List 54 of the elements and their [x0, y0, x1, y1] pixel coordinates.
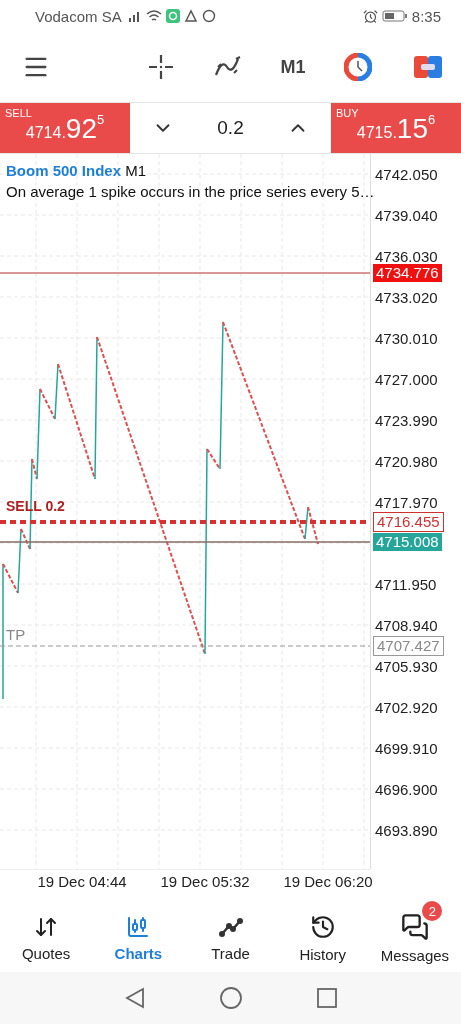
- arrows-up-down-icon: [34, 915, 59, 939]
- price-tick: 4696.900: [375, 780, 438, 798]
- trend-line-icon: [217, 915, 244, 939]
- price-tag: 4734.776: [373, 264, 442, 282]
- alarm-icon: [362, 8, 378, 24]
- price-tick: 4717.970: [375, 493, 438, 511]
- time-label: 19 Dec 04:44: [37, 873, 127, 890]
- take-profit-label: TP: [6, 626, 26, 643]
- one-click-trading-icon[interactable]: [414, 56, 442, 78]
- unread-badge: 2: [422, 901, 443, 921]
- nav-tab[interactable]: History: [276, 902, 369, 965]
- price-tick: 4705.930: [375, 657, 438, 675]
- sell-button[interactable]: SELL 4714.92$^{5}$: [0, 103, 130, 153]
- symbol-description: On average 1 spike occurs in the price series every 5…: [6, 183, 375, 200]
- messages-icon: [400, 913, 429, 941]
- timeframe-button[interactable]: M1: [280, 56, 306, 78]
- price-tick: 4702.920: [375, 698, 438, 716]
- clock-circle-icon[interactable]: [344, 53, 372, 81]
- history-icon: [309, 914, 336, 940]
- time-label: 19 Dec 06:20: [283, 873, 373, 890]
- crosshair-icon[interactable]: [148, 54, 174, 80]
- price-tick: 4736.030: [375, 247, 438, 265]
- battery-icon: [381, 10, 408, 22]
- chart-timeframe: M1: [125, 162, 147, 179]
- time-label: 19 Dec 05:32: [160, 873, 250, 890]
- price-tick: 4711.950: [375, 575, 437, 593]
- volume-value[interactable]: 0.2: [217, 117, 244, 139]
- nav-tab[interactable]: Messages 2: [368, 901, 461, 966]
- price-tag: 4715.008: [373, 533, 442, 551]
- app-icon: [165, 9, 180, 23]
- price-tick: 4742.050: [375, 165, 438, 183]
- symbol-title[interactable]: Boom 500 Index: [6, 162, 122, 179]
- carrier-name: Vodacom SA: [35, 7, 122, 25]
- price-tick: 4730.010: [375, 329, 438, 347]
- back-icon[interactable]: [124, 987, 145, 1009]
- price-tick: 4727.000: [375, 370, 438, 388]
- wifi-icon: [145, 9, 162, 23]
- recents-icon[interactable]: [316, 988, 337, 1008]
- price-tag: 4707.427: [373, 636, 444, 656]
- nav-tab[interactable]: Charts: [92, 903, 185, 964]
- home-icon[interactable]: [219, 987, 242, 1009]
- price-tick: 4699.910: [375, 739, 438, 757]
- clock-time: 8:35: [411, 7, 441, 25]
- price-tick: 4739.040: [375, 206, 438, 224]
- nav-tab[interactable]: Trade: [184, 903, 277, 964]
- price-tick: 4693.890: [375, 821, 438, 839]
- candlestick-icon: [126, 915, 151, 939]
- nav-tab[interactable]: Quotes: [0, 903, 93, 964]
- buy-button[interactable]: BUY 4715.15$^{6}$: [331, 103, 461, 153]
- price-tick: 4733.020: [375, 288, 438, 306]
- price-tag: 4716.455: [373, 512, 444, 532]
- price-tick: 4708.940: [375, 616, 438, 634]
- price-tick: 4723.990: [375, 411, 438, 429]
- price-tick: 4720.980: [375, 452, 438, 470]
